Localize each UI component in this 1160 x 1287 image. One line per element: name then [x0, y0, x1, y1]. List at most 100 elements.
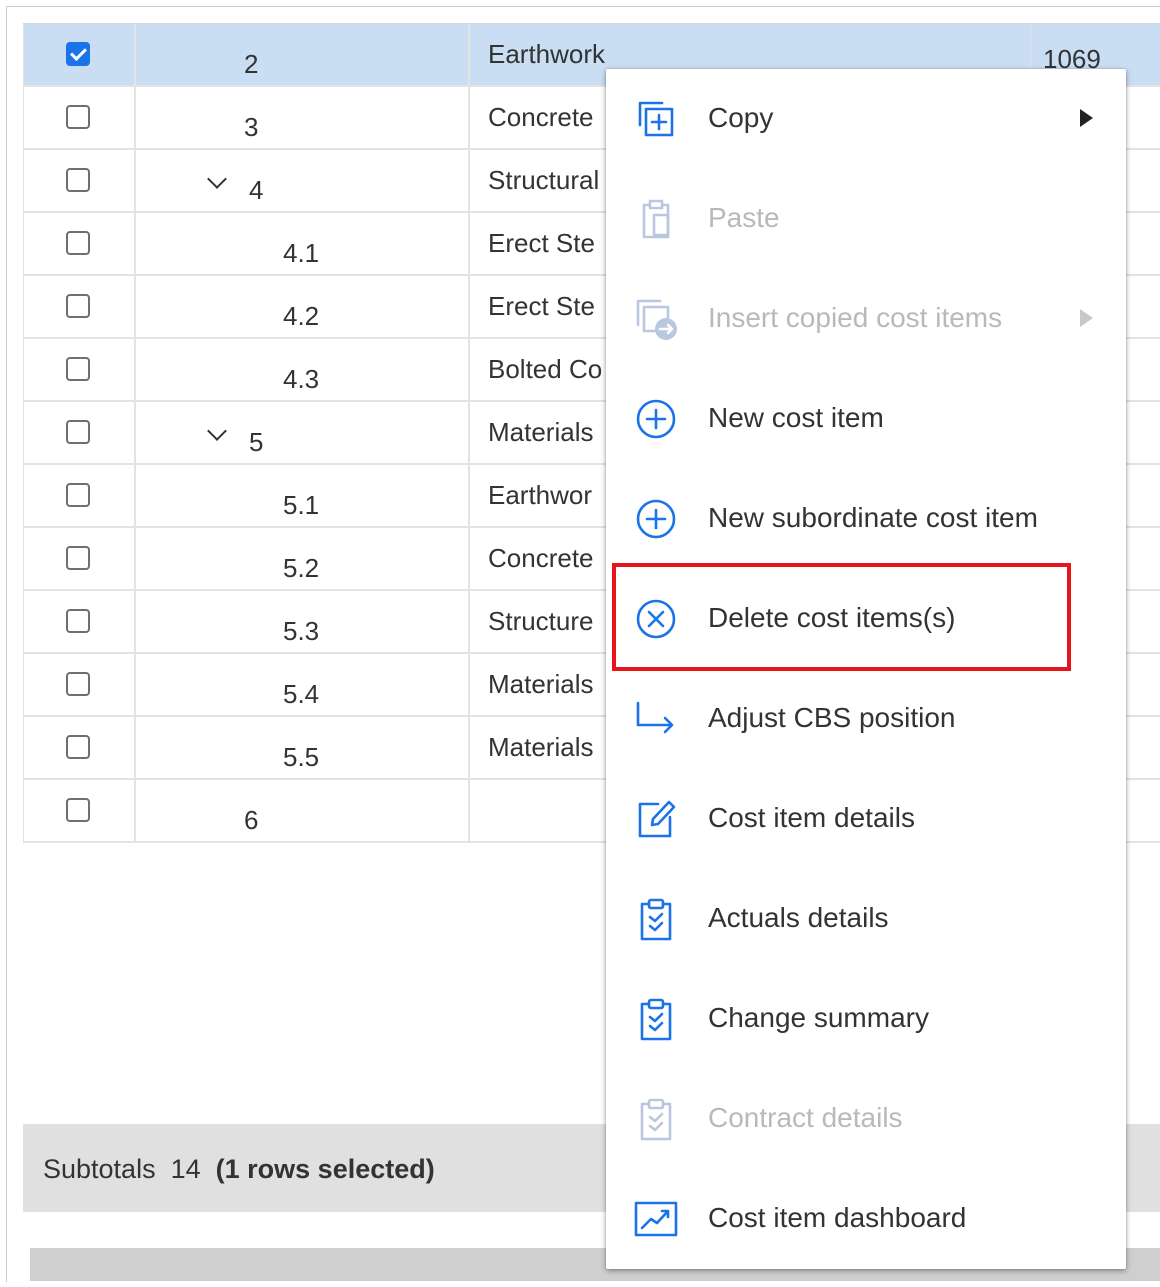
checkbox-cell — [23, 654, 136, 715]
menu-item-paste[interactable]: Paste — [606, 169, 1126, 269]
menu-item-label: New cost item — [708, 402, 884, 433]
cbs-code: 2 — [244, 49, 259, 79]
subtotals-count: 14 — [170, 1154, 201, 1184]
checkbox-cell — [23, 528, 136, 589]
row-checkbox[interactable] — [66, 294, 90, 318]
cost-item-description: Concrete — [488, 543, 594, 573]
code-cell: 5.5 — [136, 717, 470, 778]
cbs-code: 5.1 — [283, 490, 320, 520]
menu-item-change-summary[interactable]: Change summary — [606, 969, 1126, 1069]
checkbox-cell — [23, 780, 136, 841]
copy-add-icon — [632, 95, 680, 143]
row-checkbox[interactable] — [66, 483, 90, 507]
menu-item-cost-item-dashboard[interactable]: Cost item dashboard — [606, 1169, 1126, 1269]
cbs-code: 6 — [244, 805, 259, 835]
menu-item-label: Change summary — [708, 1002, 929, 1033]
code-cell: 2 — [136, 24, 470, 85]
chevron-down-icon[interactable] — [207, 169, 227, 189]
cbs-code: 4.3 — [283, 364, 320, 394]
row-checkbox[interactable] — [66, 735, 90, 759]
menu-item-cost-item-details[interactable]: Cost item details — [606, 769, 1126, 869]
cbs-code: 4.1 — [283, 238, 320, 268]
cbs-code: 4.2 — [283, 301, 320, 331]
cbs-code: 5.5 — [283, 742, 320, 772]
code-cell: 5.4 — [136, 654, 470, 715]
submenu-arrow-icon — [1080, 109, 1093, 127]
code-cell: 5.2 — [136, 528, 470, 589]
row-checkbox[interactable] — [66, 105, 90, 129]
row-checkbox[interactable] — [66, 357, 90, 381]
clipboard-check-icon — [632, 995, 680, 1043]
checkbox-cell — [23, 24, 136, 85]
plus-circle-icon — [632, 495, 680, 543]
code-cell: 5.1 — [136, 465, 470, 526]
cost-item-description: Earthwork — [488, 39, 606, 69]
subtotals-label: Subtotals — [43, 1154, 156, 1184]
cost-item-description: Materials — [488, 417, 594, 447]
menu-item-label: Cost item details — [708, 802, 915, 833]
chart-line-icon — [632, 1195, 680, 1243]
menu-item-label: Adjust CBS position — [708, 702, 956, 733]
row-checkbox[interactable] — [66, 42, 90, 66]
menu-item-insert-copied-cost-items[interactable]: Insert copied cost items — [606, 269, 1126, 369]
menu-item-label: Cost item dashboard — [708, 1202, 967, 1233]
menu-item-new-subordinate-cost-item[interactable]: New subordinate cost item — [606, 469, 1126, 569]
chevron-down-icon[interactable] — [207, 421, 227, 441]
row-checkbox[interactable] — [66, 798, 90, 822]
checkbox-cell — [23, 339, 136, 400]
cost-item-description: Erect Ste — [488, 291, 595, 321]
cost-item-description: Bolted Co — [488, 354, 603, 384]
row-checkbox[interactable] — [66, 546, 90, 570]
cost-item-description: Materials — [488, 669, 594, 699]
cost-item-description: Concrete — [488, 102, 594, 132]
row-checkbox[interactable] — [66, 231, 90, 255]
cost-item-description: Erect Ste — [488, 228, 595, 258]
menu-item-label: Actuals details — [708, 902, 889, 933]
cbs-code: 5.2 — [283, 553, 320, 583]
menu-item-actuals-details[interactable]: Actuals details — [606, 869, 1126, 969]
checkbox-cell — [23, 465, 136, 526]
checkbox-cell — [23, 591, 136, 652]
checkbox-cell — [23, 717, 136, 778]
code-cell: 3 — [136, 87, 470, 148]
checkbox-cell — [23, 213, 136, 274]
highlight-box — [612, 563, 1071, 671]
cbs-code: 3 — [244, 112, 259, 142]
code-cell: 4.3 — [136, 339, 470, 400]
code-cell: 6 — [136, 780, 470, 841]
cost-item-description: Structure — [488, 606, 594, 636]
cbs-code: 5.4 — [283, 679, 320, 709]
menu-item-adjust-cbs-position[interactable]: Adjust CBS position — [606, 669, 1126, 769]
cbs-code: 5 — [249, 427, 264, 457]
clipboard-check-icon — [632, 895, 680, 943]
code-cell: 5.3 — [136, 591, 470, 652]
row-checkbox[interactable] — [66, 420, 90, 444]
cbs-code: 5.3 — [283, 616, 320, 646]
checkbox-cell — [23, 402, 136, 463]
row-checkbox[interactable] — [66, 168, 90, 192]
menu-item-new-cost-item[interactable]: New cost item — [606, 369, 1126, 469]
row-checkbox[interactable] — [66, 609, 90, 633]
menu-item-label: Insert copied cost items — [708, 302, 1003, 333]
submenu-arrow-icon — [1080, 309, 1093, 327]
menu-item-label: New subordinate cost item — [708, 502, 1038, 533]
code-cell: 5 — [136, 402, 470, 463]
menu-item-label: Copy — [708, 102, 774, 133]
checkbox-cell — [23, 276, 136, 337]
paste-icon — [632, 195, 680, 243]
menu-item-label: Paste — [708, 202, 780, 233]
cost-item-description: Earthwor — [488, 480, 593, 510]
subtotals-text: Subtotals 14 (1 rows selected) — [43, 1154, 435, 1185]
menu-item-contract-details[interactable]: Contract details — [606, 1069, 1126, 1169]
cost-item-description: Structural — [488, 165, 600, 195]
insert-copied-icon — [632, 295, 680, 343]
edit-icon — [632, 795, 680, 843]
menu-item-copy[interactable]: Copy — [606, 69, 1126, 169]
code-cell: 4.1 — [136, 213, 470, 274]
cbs-code: 4 — [249, 175, 264, 205]
checkbox-cell — [23, 87, 136, 148]
clipboard-check-icon — [632, 1095, 680, 1143]
code-cell: 4.2 — [136, 276, 470, 337]
arrow-down-right-icon — [632, 695, 680, 743]
row-checkbox[interactable] — [66, 672, 90, 696]
